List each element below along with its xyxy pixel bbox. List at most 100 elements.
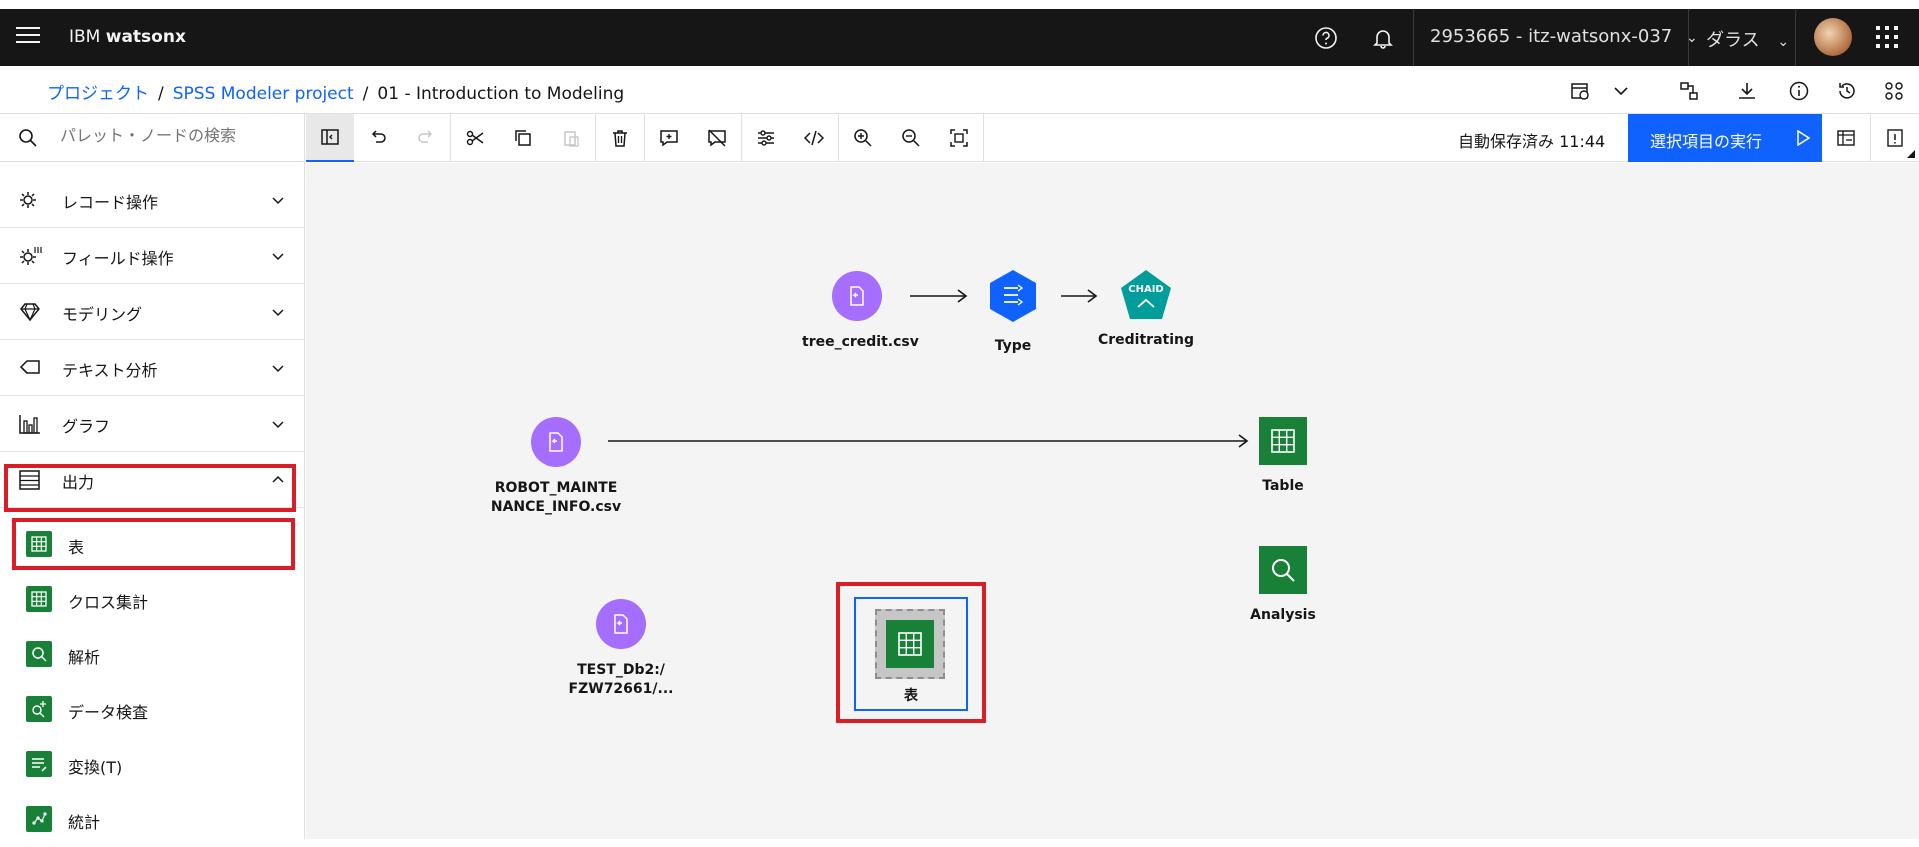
divider [1413,9,1414,66]
paste-icon [564,131,579,147]
category-field-ops[interactable]: フィールド操作 [0,228,305,284]
search-icon [1259,546,1307,594]
toggle-palette-button[interactable] [306,114,354,162]
breadcrumb: プロジェクト / SPSS Modeler project / 01 - Introdu… [47,79,624,104]
app-switcher-icon[interactable] [1876,26,1898,48]
highlight-output-category [4,464,296,512]
region-label: ダラス [1706,30,1760,51]
fit-to-screen-button[interactable] [935,114,983,162]
top-strip [0,0,1919,9]
node-drop-target [875,609,945,679]
category-text-analysis[interactable]: テキスト分析 [0,340,305,396]
field-ops-icon [20,247,42,265]
copy-button[interactable] [499,114,547,162]
menu-icon[interactable] [16,27,40,47]
history-icon[interactable] [1836,80,1858,102]
record-ops-icon [20,192,36,208]
node-new-table-selected[interactable]: 表 [854,597,968,711]
nodes-icon[interactable] [1883,80,1905,102]
node-label-line: ROBOT_MAINTE [494,480,618,496]
run-button-label: 選択項目の実行 [1650,132,1763,151]
palette-item-matrix[interactable]: クロス集計 [0,572,305,627]
copy-icon [515,130,531,146]
node-test-db2[interactable]: TEST_Db2:/ FZW72661/... [566,599,676,699]
matrix-icon [26,586,52,612]
search-icon [26,641,52,667]
chevron-down-icon[interactable] [1610,80,1632,102]
paste-button[interactable] [547,114,595,162]
node-creditrating[interactable]: CHAID Creditrating [1096,269,1196,350]
chevron-down-icon [272,365,284,373]
bar-chart-icon [19,415,40,434]
delete-button[interactable] [596,114,644,162]
messages-panel-button[interactable] [1871,114,1919,162]
breadcrumb-current: 01 - Introduction to Modeling [377,84,625,104]
statistics-icon [26,806,52,832]
category-label: モデリング [62,305,143,324]
node-label: ROBOT_MAINTE NANCE_INFO.csv [486,479,626,517]
help-icon[interactable] [1313,25,1339,51]
node-analysis[interactable]: Analysis [1233,546,1333,625]
category-record-ops[interactable]: レコード操作 [0,172,305,228]
chevron-down-icon [272,309,284,317]
notification-icon[interactable] [1370,25,1396,51]
chevron-down-icon [272,197,284,205]
category-label: グラフ [62,417,111,436]
breadcrumb-project[interactable]: SPSS Modeler project [173,84,354,104]
node-table[interactable]: Table [1243,417,1323,496]
avatar[interactable] [1814,18,1852,56]
category-label: レコード操作 [62,193,159,212]
palette-search-input[interactable] [60,126,290,145]
diamond-icon [20,303,40,322]
undo-button[interactable] [354,114,402,162]
palette-item-label: 解析 [68,648,101,667]
hide-comments-button[interactable] [693,114,741,162]
node-type[interactable]: Type [986,269,1040,356]
cut-icon [466,130,484,146]
node-robot-maintenance[interactable]: ROBOT_MAINTE NANCE_INFO.csv [486,417,626,517]
file-import-icon [832,271,882,321]
file-import-icon [531,417,581,467]
breadcrumb-projects[interactable]: プロジェクト [47,84,149,104]
hide-comments-icon [708,129,726,147]
category-graph[interactable]: グラフ [0,396,305,452]
corner-indicator-icon [1907,150,1915,158]
settings-button[interactable] [742,114,790,162]
node-label: Table [1262,478,1304,494]
redo-icon [418,130,433,143]
outputs-icon [1837,130,1855,146]
canvas-toolbar: 自動保存済み 11:44 選択項目の実行 [306,114,1919,162]
redo-button[interactable] [402,114,450,162]
node-label-line: TEST_Db2:/ [577,662,665,678]
node-tree-credit[interactable]: tree_credit.csv [802,271,919,352]
node-palette: レコード操作 フィールド操作 モデリング テキスト分析 グラフ 出力 表 クロス… [0,114,305,839]
download-icon[interactable] [1736,80,1758,102]
code-icon [804,130,824,146]
schedule-icon[interactable] [1569,80,1591,102]
flow-settings-icon[interactable] [1678,80,1700,102]
chevron-down-icon: ⌄ [1777,34,1790,50]
palette-item-analysis[interactable]: 解析 [0,627,305,682]
play-icon [1797,130,1810,146]
palette-item-data-audit[interactable]: データ検査 [0,682,305,737]
zoom-out-button[interactable] [887,114,935,162]
flow-canvas[interactable]: tree_credit.csv Type CHAID Creditrating … [306,163,1919,839]
run-selection-button[interactable]: 選択項目の実行 [1628,114,1822,162]
category-modeling[interactable]: モデリング [0,284,305,340]
info-icon[interactable] [1788,80,1810,102]
cut-button[interactable] [451,114,499,162]
fit-screen-icon [950,129,968,147]
account-switcher[interactable]: 2953665 - itz-watsonx-037 ⌄ [1430,26,1698,47]
category-label: フィールド操作 [62,249,174,268]
chaid-badge: CHAID [1128,284,1164,295]
undo-icon [371,130,386,143]
brand-prefix: IBM [69,27,101,47]
node-label: tree_credit.csv [802,334,919,350]
palette-item-transform[interactable]: 変換(T) [0,737,305,792]
add-comment-button[interactable] [645,114,693,162]
code-button[interactable] [790,114,838,162]
outputs-panel-button[interactable] [1822,114,1870,162]
brand[interactable]: IBM watsonx [69,27,186,47]
zoom-in-button[interactable] [839,114,887,162]
region-switcher[interactable]: ダラス ⌄ [1706,26,1789,52]
